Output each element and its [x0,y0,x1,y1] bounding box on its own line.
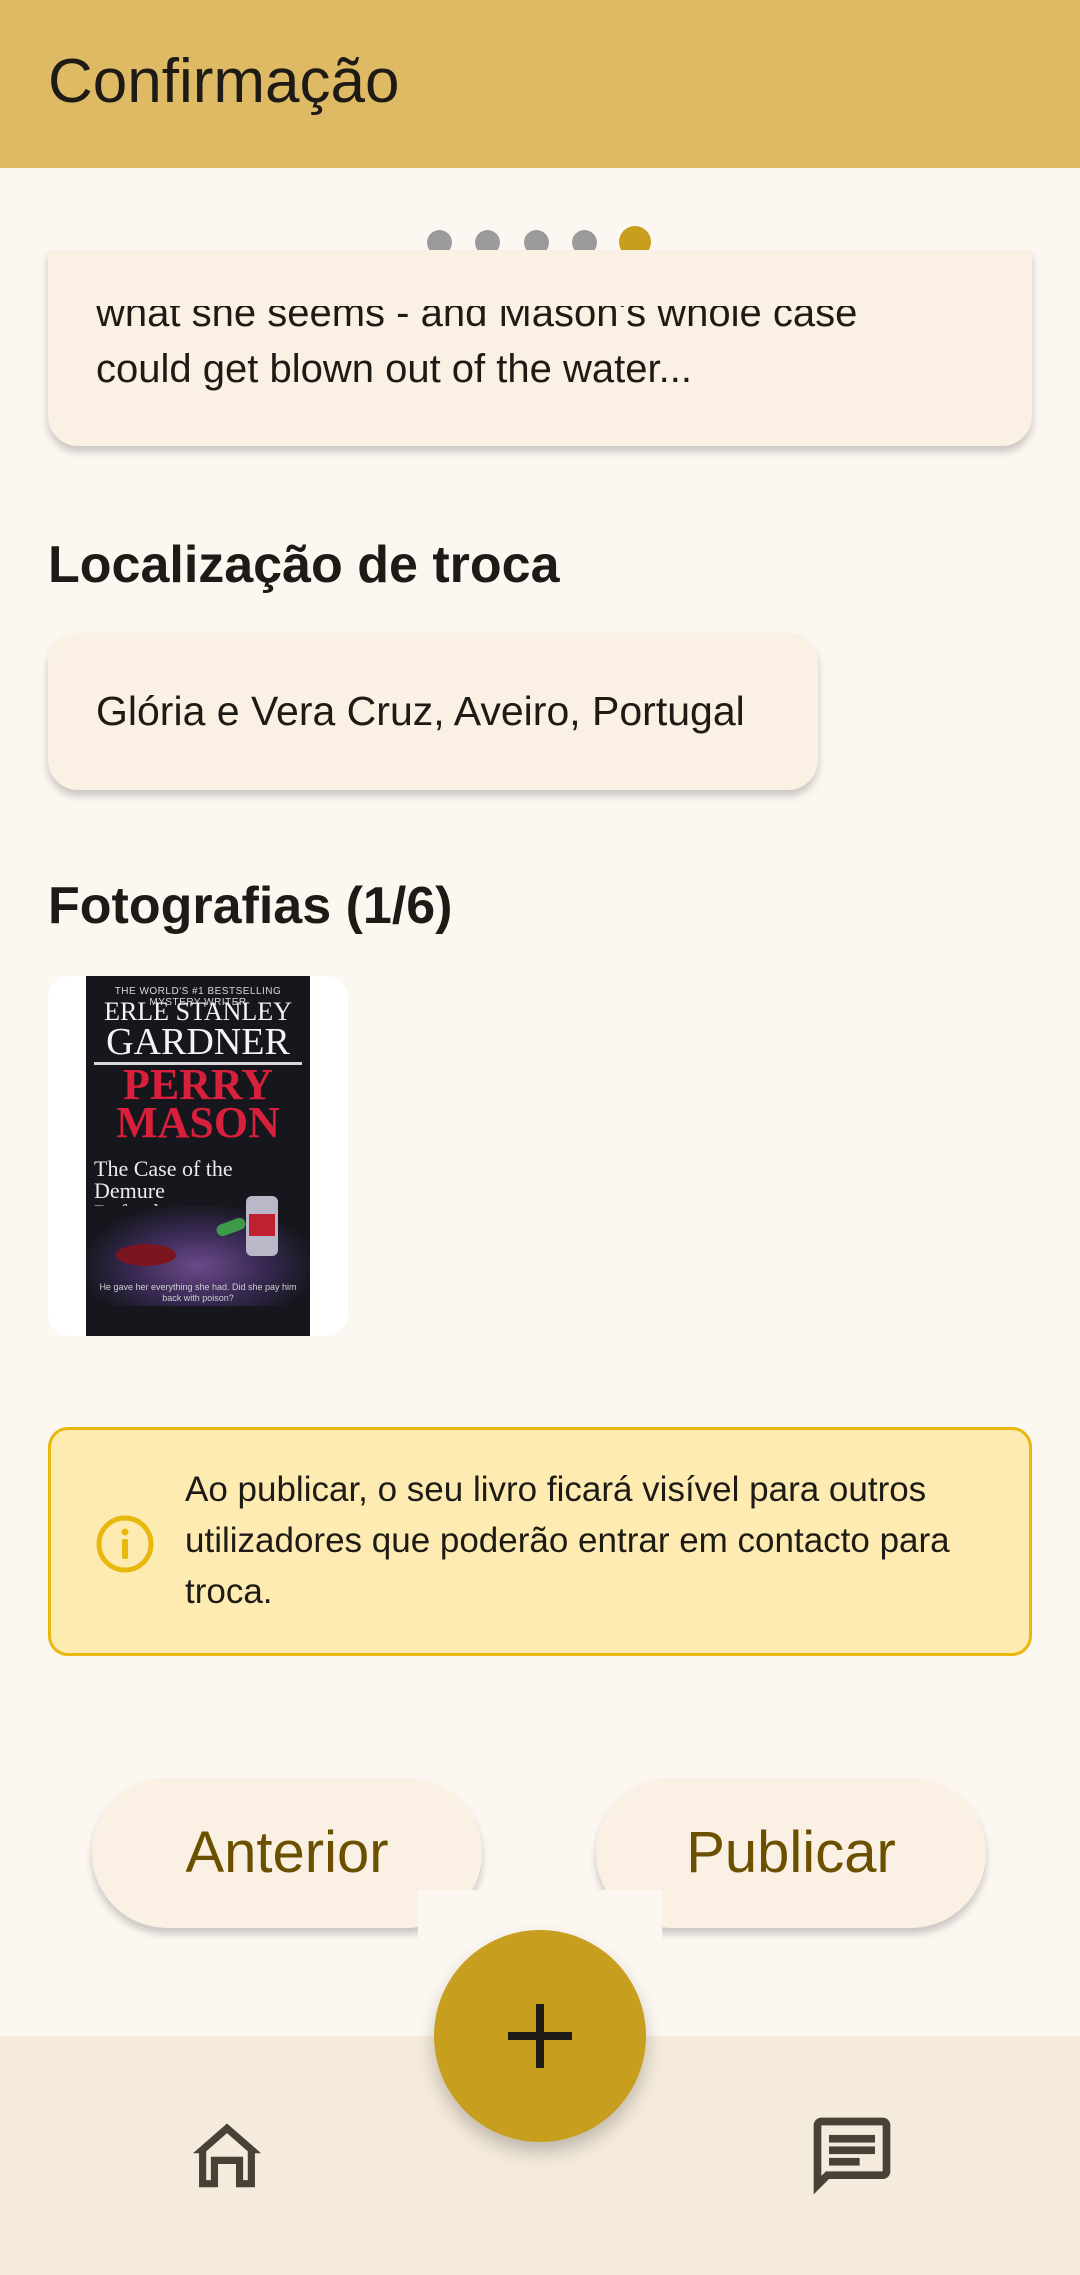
home-icon[interactable] [184,2112,270,2198]
photos-heading: Fotografias (1/6) [48,877,453,935]
add-book-fab[interactable] [434,1930,646,2142]
location-card: Glória e Vera Cruz, Aveiro, Portugal [48,633,818,790]
plus-icon [508,2004,572,2068]
book-cover-image: THE WORLD'S #1 BESTSELLING MYSTERY WRITE… [86,976,310,1336]
cover-tagline: He gave her everything she had. Did she … [99,1282,297,1303]
cover-scene-blood [116,1244,176,1266]
publish-info-banner: Ao publicar, o seu livro ficará visível … [48,1427,1032,1656]
photo-thumbnail[interactable]: THE WORLD'S #1 BESTSELLING MYSTERY WRITE… [48,976,348,1336]
app-bar: Confirmação [0,0,1080,168]
description-clipped-line: what she seems - and Mason's whole case [48,306,1032,358]
cover-scene-bottle-label [249,1214,275,1236]
description-clipped-text: what she seems - and Mason's whole case [96,306,858,335]
cover-series-2: MASON [116,1098,280,1147]
info-text: Ao publicar, o seu livro ficará visível … [185,1470,950,1611]
page-title: Confirmação [48,47,400,116]
location-value: Glória e Vera Cruz, Aveiro, Portugal [96,688,745,734]
chat-icon[interactable] [806,2110,898,2202]
cover-author-last: GARDNER [106,1021,290,1063]
location-heading: Localização de troca [48,536,560,594]
info-icon [96,1515,154,1573]
